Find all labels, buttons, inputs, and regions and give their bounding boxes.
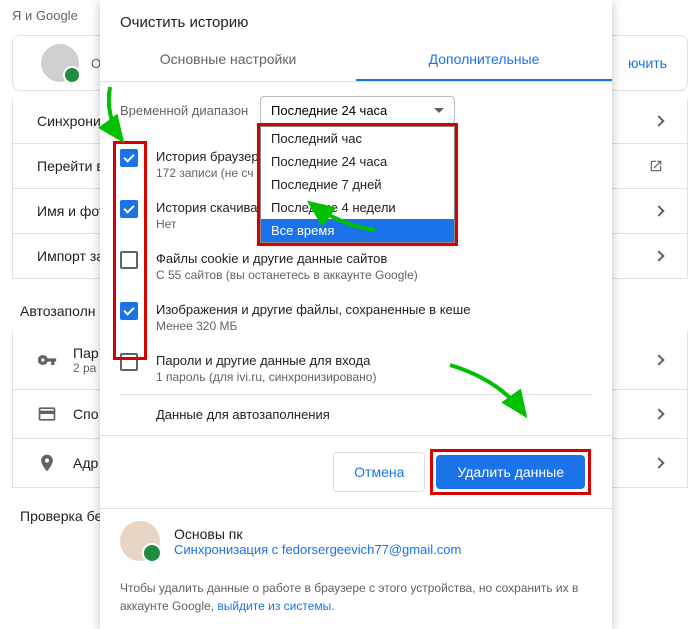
clear-history-dialog: Очистить историю Основные настройки Допо… xyxy=(100,0,612,629)
chevron-right-icon xyxy=(653,457,664,468)
dialog-footer-profile: Основы пк Синхронизация с fedorsergeevic… xyxy=(100,508,612,571)
dialog-tabs: Основные настройки Дополнительные xyxy=(100,39,612,82)
avatar xyxy=(120,521,160,561)
checkmark-icon xyxy=(123,151,134,162)
tab-basic[interactable]: Основные настройки xyxy=(100,39,356,81)
range-option-last-hour[interactable]: Последний час xyxy=(261,127,454,150)
footer-note-text: Чтобы удалить данные о работе в браузере… xyxy=(120,581,578,613)
checkmark-icon xyxy=(123,304,134,315)
option-title: Данные для автозаполнения xyxy=(156,407,592,422)
range-option-all-time[interactable]: Все время xyxy=(261,219,454,242)
key-icon xyxy=(37,350,57,370)
chevron-right-icon xyxy=(653,115,664,126)
time-range-dropdown[interactable]: Последние 24 часа xyxy=(260,96,455,125)
option-sub: 1 пароль (для ivi.ru, синхронизировано) xyxy=(156,370,592,384)
enable-button[interactable]: ючить xyxy=(628,55,667,71)
option-title: Изображения и другие файлы, сохраненные … xyxy=(156,302,592,317)
option-title: Файлы cookie и другие данные сайтов xyxy=(156,251,592,266)
chevron-down-icon xyxy=(434,108,444,113)
footer-profile-name: Основы пк xyxy=(174,526,461,542)
dialog-footer-note: Чтобы удалить данные о работе в браузере… xyxy=(100,571,612,629)
external-link-icon xyxy=(649,159,663,173)
option-sub: С 55 сайтов (вы останетесь в аккаунте Go… xyxy=(156,268,592,282)
delete-data-button[interactable]: Удалить данные xyxy=(436,455,585,489)
dialog-actions: Отмена Удалить данные xyxy=(100,435,612,508)
option-passwords: Пароли и другие данные для входа 1 пароль… xyxy=(120,343,592,394)
bg-item-label: Импорт за xyxy=(37,248,104,264)
option-autofill: Данные для автозаполнения xyxy=(120,394,592,435)
range-option-4-weeks[interactable]: Последние 4 недели xyxy=(261,196,454,219)
range-option-24-hours[interactable]: Последние 24 часа xyxy=(261,150,454,173)
card-icon xyxy=(37,404,57,424)
dialog-title: Очистить историю xyxy=(100,0,612,39)
chevron-right-icon xyxy=(653,408,664,419)
option-sub: Менее 320 МБ xyxy=(156,319,592,333)
checkbox-cached-images[interactable] xyxy=(120,302,138,320)
time-range-label: Временной диапазон xyxy=(120,103,260,118)
avatar xyxy=(41,44,79,82)
checkmark-icon xyxy=(123,202,134,213)
tab-advanced[interactable]: Дополнительные xyxy=(356,39,612,81)
checkbox-passwords[interactable] xyxy=(120,353,138,371)
bg-item-label: Имя и фот xyxy=(37,203,105,219)
checkbox-browsing-history[interactable] xyxy=(120,149,138,167)
checkbox-cookies[interactable] xyxy=(120,251,138,269)
cancel-button[interactable]: Отмена xyxy=(333,452,425,492)
sign-out-link[interactable]: выйдите из системы xyxy=(217,599,331,613)
location-icon xyxy=(37,453,57,473)
option-title: Пароли и другие данные для входа xyxy=(156,353,592,368)
time-range-menu: Последний час Последние 24 часа Последни… xyxy=(260,126,455,243)
footer-profile-sync: Синхронизация с fedorsergeevich77@gmail.… xyxy=(174,542,461,557)
chevron-right-icon xyxy=(653,250,664,261)
chevron-right-icon xyxy=(653,205,664,216)
option-cached-images: Изображения и другие файлы, сохраненные … xyxy=(120,292,592,343)
range-option-7-days[interactable]: Последние 7 дней xyxy=(261,173,454,196)
bg-item-label: Перейти в xyxy=(37,158,104,174)
bg-item-label: Синхрониз xyxy=(37,113,107,129)
chevron-right-icon xyxy=(653,354,664,365)
dropdown-selected: Последние 24 часа xyxy=(271,103,387,118)
checkbox-download-history[interactable] xyxy=(120,200,138,218)
time-range-row: Временной диапазон Последние 24 часа Пос… xyxy=(100,82,612,139)
option-cookies: Файлы cookie и другие данные сайтов С 55 … xyxy=(120,241,592,292)
